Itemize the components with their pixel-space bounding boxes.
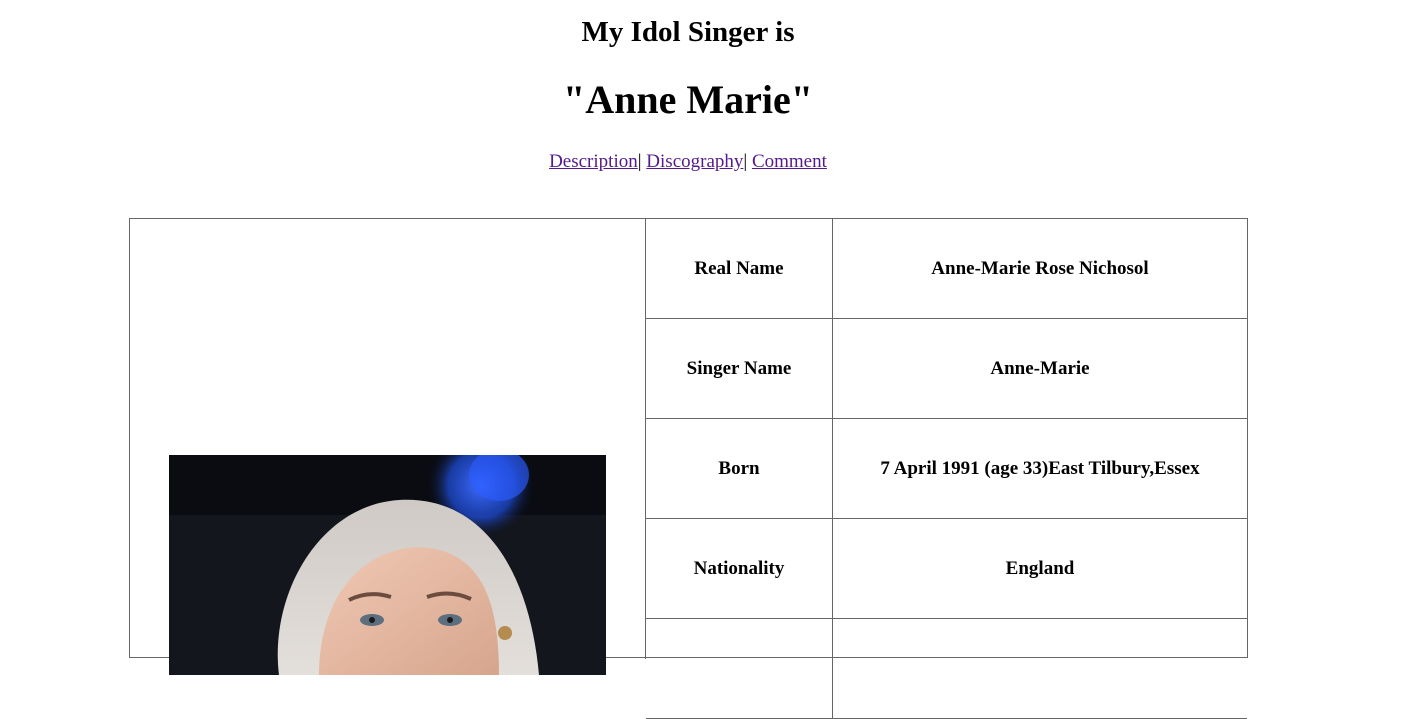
row-value-nationality: England <box>1005 557 1075 579</box>
row-label-nationality: Nationality <box>646 519 833 618</box>
row-value-singer-name: Anne-Marie <box>990 357 1090 379</box>
nav-link-description[interactable]: Description <box>549 151 638 172</box>
row-value-born: 7 April 1991 (age 33)East Tilbury,Essex <box>880 457 1200 479</box>
singer-info-table: Real Name Anne-Marie Rose Nichosol Singe… <box>129 218 1248 719</box>
nav-links: Description| Discography| Comment <box>0 150 1376 174</box>
table-row: Real Name Anne-Marie Rose Nichosol <box>646 219 1247 319</box>
table-row: Born 7 April 1991 (age 33)East Tilbury,E… <box>646 419 1247 519</box>
page-subtitle: My Idol Singer is <box>581 16 795 48</box>
page-title: "Anne Marie" <box>563 77 813 122</box>
nav-link-discography[interactable]: Discography <box>646 151 743 172</box>
row-label-singer-name: Singer Name <box>646 319 833 418</box>
row-value-next <box>833 619 1247 718</box>
row-label-next <box>646 619 833 718</box>
table-row: Nationality England <box>646 519 1247 619</box>
nav-separator: | <box>637 151 642 172</box>
row-value-real-name: Anne-Marie Rose Nichosol <box>931 257 1149 279</box>
row-label-born: Born <box>646 419 833 518</box>
table-row: Singer Name Anne-Marie <box>646 319 1247 419</box>
table-row <box>646 619 1247 719</box>
nav-link-comment[interactable]: Comment <box>752 151 827 172</box>
row-label-real-name: Real Name <box>646 219 833 318</box>
photo-cell <box>130 219 646 675</box>
nav-separator: | <box>743 151 748 172</box>
singer-photo <box>169 455 606 675</box>
